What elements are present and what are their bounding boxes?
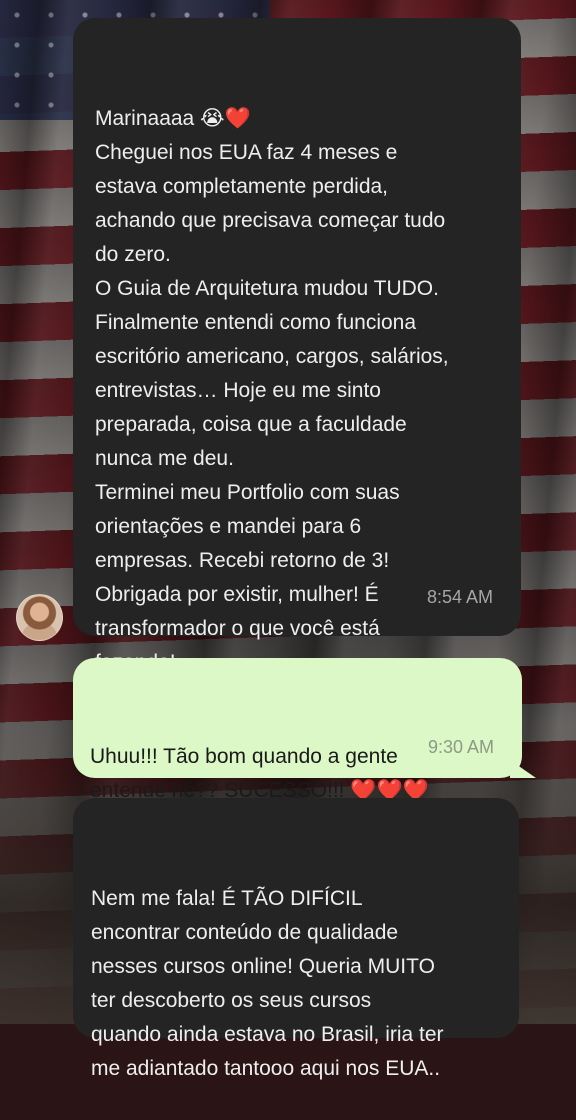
outgoing-message-bubble[interactable]: Uhuu!!! Tão bom quando a gente entende né…: [73, 658, 536, 802]
message-line: Nem me fala! É TÃO DIFÍCIL: [91, 887, 363, 910]
message-line: nunca me deu.: [95, 447, 234, 470]
contact-avatar[interactable]: [16, 594, 63, 641]
message-line: Terminei meu Portfolio com suas: [95, 481, 400, 504]
message-line: achando que precisava começar tudo: [95, 209, 446, 232]
message-timestamp: 8:54 AM: [426, 587, 493, 607]
incoming-message-bubble[interactable]: Marinaaaa 😭❤️ Cheguei nos EUA faz 4 meses…: [73, 18, 521, 674]
message-line: O Guia de Arquitetura mudou TUDO.: [95, 277, 439, 300]
message-line: estava completamente perdida,: [95, 175, 389, 198]
message-line: empresas. Recebi retorno de 3!: [95, 549, 390, 572]
message-line: encontrar conteúdo de qualidade: [91, 921, 399, 944]
message-line: do zero.: [95, 243, 171, 266]
message-line: nesses cursos online! Queria MUITO: [91, 955, 435, 978]
message-line: entrevistas… Hoje eu me sinto: [95, 379, 381, 402]
message-text: Nem me fala! É TÃO DIFÍCIL encontrar cont…: [91, 882, 499, 1086]
incoming-message-bubble[interactable]: Nem me fala! É TÃO DIFÍCIL encontrar cont…: [73, 798, 519, 1080]
bubble-tail: [510, 760, 536, 778]
message-line: orientações e mandei para 6: [95, 515, 362, 538]
message-line: transformador o que você está: [95, 617, 380, 640]
message-line: preparada, coisa que a faculdade: [95, 413, 407, 436]
message-line: ter descoberto os seus cursos: [91, 989, 372, 1012]
message-line: Marinaaaa 😭❤️: [95, 107, 251, 130]
message-timestamp: 9:30 AM: [427, 737, 494, 757]
message-line: Cheguei nos EUA faz 4 meses e: [95, 141, 398, 164]
message-line: me adiantado tantooo aqui nos EUA..: [91, 1057, 441, 1080]
message-line: escritório americano, cargos, salários,: [95, 345, 449, 368]
message-line: quando ainda estava no Brasil, iria ter: [91, 1023, 444, 1046]
message-line: Finalmente entendi como funciona: [95, 311, 417, 334]
